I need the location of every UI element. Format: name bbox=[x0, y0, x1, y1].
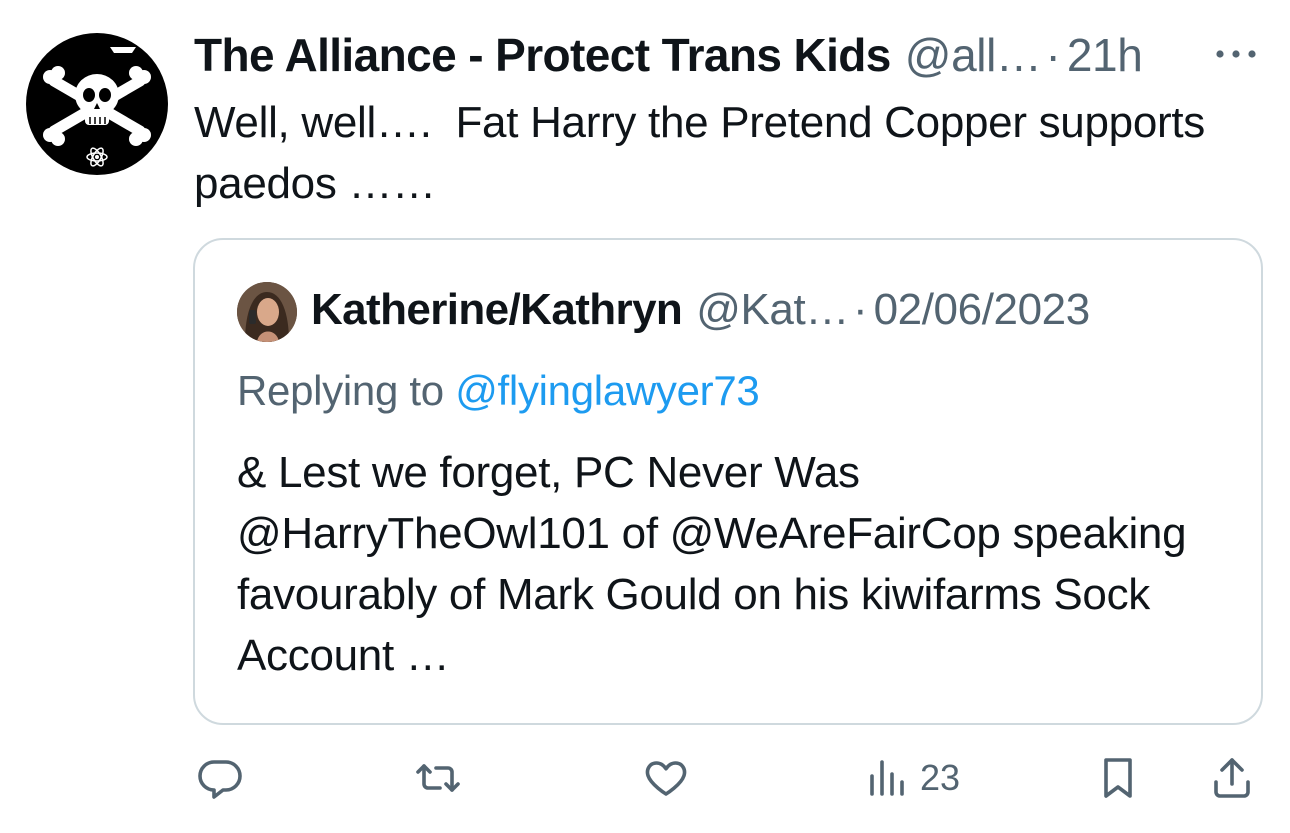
share-button[interactable] bbox=[1208, 748, 1256, 808]
more-options-button[interactable] bbox=[1212, 36, 1260, 72]
quoted-header: Katherine/Kathryn @Kat… · 02/06/2023 bbox=[311, 284, 1090, 336]
header-separator: · bbox=[1045, 29, 1061, 81]
skull-crossbones-icon bbox=[30, 47, 151, 167]
reply-icon bbox=[198, 760, 242, 799]
quoted-tweet[interactable]: Katherine/Kathryn @Kat… · 02/06/2023 Rep… bbox=[193, 238, 1263, 725]
like-button[interactable] bbox=[642, 748, 690, 808]
views-button[interactable]: 23 bbox=[862, 748, 960, 808]
views-bar-chart-icon bbox=[870, 760, 904, 796]
retweet-button[interactable] bbox=[414, 748, 462, 808]
replying-to: Replying to @flyinglawyer73 bbox=[237, 365, 760, 417]
reply-button[interactable] bbox=[196, 748, 244, 808]
retweet-icon bbox=[416, 764, 460, 792]
more-dots-icon bbox=[1216, 50, 1256, 58]
replying-mention-link[interactable]: @flyinglawyer73 bbox=[455, 367, 760, 414]
tweet: The Alliance - Protect Trans Kids @all… … bbox=[0, 0, 1290, 833]
quoted-author-handle[interactable]: @Kat… bbox=[696, 284, 849, 336]
quoted-text: & Lest we forget, PC Never Was @HarryThe… bbox=[237, 448, 1187, 680]
quoted-header-separator: · bbox=[852, 285, 868, 334]
author-handle[interactable]: @all… bbox=[905, 28, 1042, 82]
tweet-time[interactable]: 21h bbox=[1067, 28, 1143, 82]
bookmark-icon bbox=[1104, 758, 1132, 798]
bookmark-button[interactable] bbox=[1094, 748, 1142, 808]
replying-prefix: Replying to bbox=[237, 367, 444, 414]
author-name[interactable]: The Alliance - Protect Trans Kids bbox=[194, 28, 891, 82]
tweet-header: The Alliance - Protect Trans Kids @all… … bbox=[194, 28, 1143, 82]
action-bar: 23 bbox=[190, 748, 1270, 808]
quoted-author-name[interactable]: Katherine/Kathryn bbox=[311, 284, 683, 336]
heart-icon bbox=[645, 761, 687, 796]
quoted-author-avatar[interactable] bbox=[237, 282, 297, 342]
author-avatar[interactable] bbox=[26, 33, 168, 175]
user-photo-icon bbox=[237, 282, 297, 342]
tweet-text: Well, well…. Fat Harry the Pretend Coppe… bbox=[194, 98, 1217, 208]
quoted-date[interactable]: 02/06/2023 bbox=[874, 284, 1091, 336]
views-count: 23 bbox=[920, 757, 961, 798]
share-icon bbox=[1214, 758, 1250, 798]
